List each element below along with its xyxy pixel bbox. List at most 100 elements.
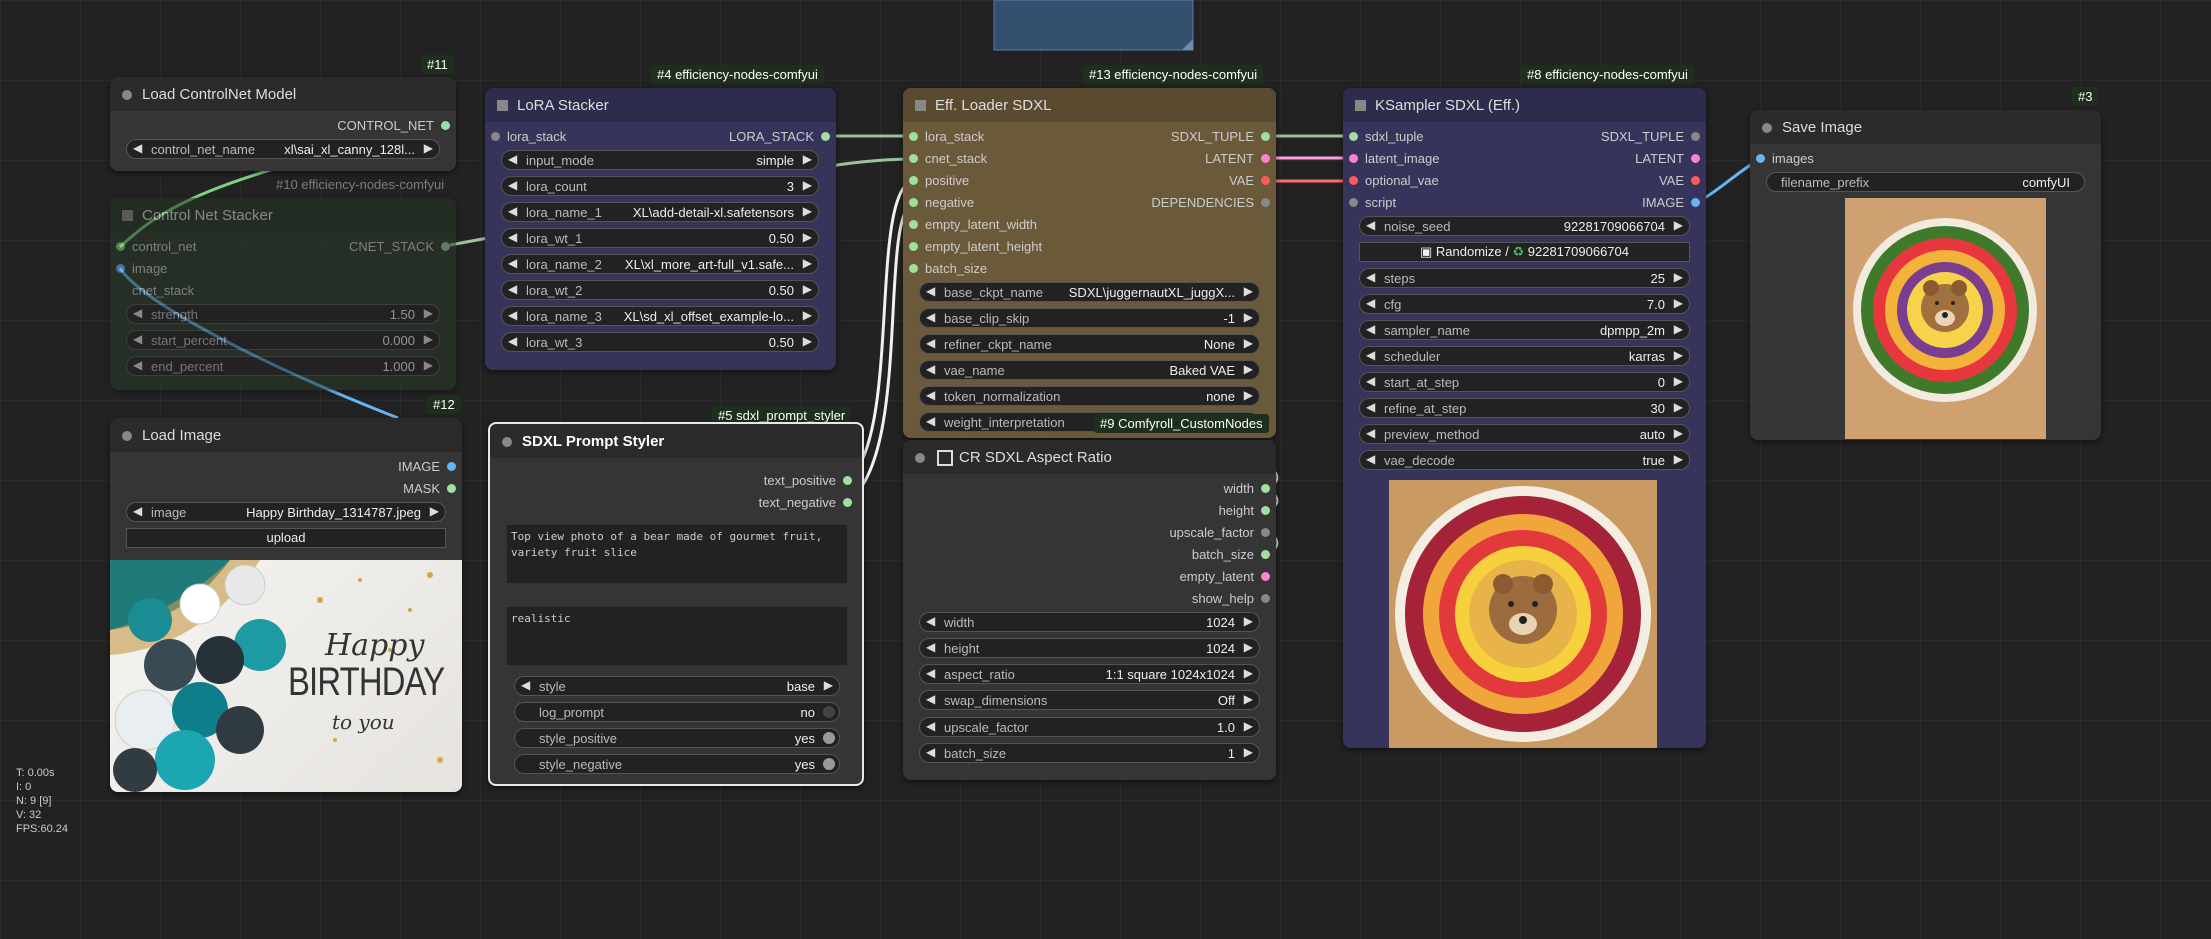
widget-style[interactable]: ◀ style base ▶ bbox=[514, 676, 840, 696]
widget-strength[interactable]: ◀ strength 1.50 ▶ bbox=[126, 304, 440, 324]
widget-height[interactable]: ◀ height 1024 ▶ bbox=[919, 638, 1260, 658]
output-socket[interactable] bbox=[1691, 176, 1700, 185]
text-negative-input[interactable]: realistic bbox=[506, 606, 848, 666]
widget-aspect-ratio[interactable]: ◀ aspect_ratio 1:1 square 1024x1024 ▶ bbox=[919, 664, 1260, 684]
output-socket[interactable] bbox=[1261, 572, 1270, 581]
input-socket[interactable] bbox=[1349, 198, 1358, 207]
checkbox-icon[interactable] bbox=[937, 450, 953, 466]
filename-prefix-input[interactable]: filename_prefix comfyUI bbox=[1766, 172, 2085, 192]
toggle-style-positive[interactable]: style_positive yes bbox=[514, 728, 840, 748]
widget-lora-name-1[interactable]: ◀ lora_name_1 XL\add-detail-xl.safetensors… bbox=[501, 202, 819, 222]
node-lora-stacker[interactable]: LoRA Stacker lora_stack LORA_STACK ◀ inpu… bbox=[485, 88, 836, 370]
output-socket[interactable] bbox=[843, 476, 852, 485]
output-socket[interactable] bbox=[447, 462, 456, 471]
collapse-dot[interactable] bbox=[122, 90, 132, 100]
widget-cfg[interactable]: ◀ cfg 7.0 ▶ bbox=[1359, 294, 1690, 314]
input-socket[interactable] bbox=[116, 264, 125, 273]
input-socket[interactable] bbox=[909, 132, 918, 141]
input-socket[interactable] bbox=[1756, 154, 1765, 163]
output-socket[interactable] bbox=[1261, 506, 1270, 515]
input-socket[interactable] bbox=[909, 242, 918, 251]
widget-lora-wt-2[interactable]: ◀ lora_wt_2 0.50 ▶ bbox=[501, 280, 819, 300]
output-socket[interactable] bbox=[843, 498, 852, 507]
widget-lora-wt-1[interactable]: ◀ lora_wt_1 0.50 ▶ bbox=[501, 228, 819, 248]
output-socket[interactable] bbox=[1691, 198, 1700, 207]
input-socket[interactable] bbox=[909, 154, 918, 163]
collapse-dot[interactable] bbox=[915, 453, 925, 463]
output-socket[interactable] bbox=[1261, 528, 1270, 537]
input-socket[interactable] bbox=[116, 242, 125, 251]
widget-start-percent[interactable]: ◀ start_percent 0.000 ▶ bbox=[126, 330, 440, 350]
widget-input-mode[interactable]: ◀ input_mode simple ▶ bbox=[501, 150, 819, 170]
output-socket[interactable] bbox=[1261, 550, 1270, 559]
output-socket[interactable] bbox=[1261, 198, 1270, 207]
node-prompt-styler[interactable]: SDXL Prompt Styler text_positive text_ne… bbox=[488, 422, 864, 786]
collapse-square[interactable] bbox=[122, 210, 133, 221]
output-socket[interactable] bbox=[1261, 154, 1270, 163]
upload-button[interactable]: upload bbox=[126, 528, 446, 548]
output-socket[interactable] bbox=[1691, 154, 1700, 163]
widget-preview-method[interactable]: ◀ preview_method auto ▶ bbox=[1359, 424, 1690, 444]
widget-token-normalization[interactable]: ◀ token_normalization none ▶ bbox=[919, 386, 1260, 406]
output-socket[interactable] bbox=[821, 132, 830, 141]
node-aspect-ratio[interactable]: CR SDXL Aspect Ratio width height upscal… bbox=[903, 440, 1276, 780]
text-positive-input[interactable]: Top view photo of a bear made of gourmet… bbox=[506, 524, 848, 584]
widget-noise-seed[interactable]: ◀ noise_seed 92281709066704 ▶ bbox=[1359, 216, 1690, 236]
output-socket[interactable] bbox=[1261, 484, 1270, 493]
node-load-image[interactable]: Load Image IMAGE MASK ◀ image Happy Birthd… bbox=[110, 418, 462, 792]
widget-image[interactable]: ◀ image Happy Birthday_1314787.jpeg ▶ bbox=[126, 502, 446, 522]
widget-control-net-name[interactable]: ◀ control_net_name xl\sai_xl_canny_128l...… bbox=[126, 139, 440, 159]
node-save-image[interactable]: Save Image images filename_prefix comfyUI bbox=[1750, 110, 2101, 440]
output-socket[interactable] bbox=[441, 242, 450, 251]
input-socket[interactable] bbox=[909, 264, 918, 273]
widget-vae-decode[interactable]: ◀ vae_decode true ▶ bbox=[1359, 450, 1690, 470]
output-label: SDXL_TUPLE bbox=[1600, 129, 1684, 144]
widget-steps[interactable]: ◀ steps 25 ▶ bbox=[1359, 268, 1690, 288]
input-socket[interactable] bbox=[1349, 154, 1358, 163]
input-socket[interactable] bbox=[909, 198, 918, 207]
widget-upscale-factor[interactable]: ◀ upscale_factor 1.0 ▶ bbox=[919, 717, 1260, 737]
toggle-log-prompt[interactable]: log_prompt no bbox=[514, 702, 840, 722]
collapse-square[interactable] bbox=[497, 100, 508, 111]
widget-end-percent[interactable]: ◀ end_percent 1.000 ▶ bbox=[126, 356, 440, 376]
node-ksampler[interactable]: KSampler SDXL (Eff.) sdxl_tuple latent_i… bbox=[1343, 88, 1706, 748]
preview-text-to-you: to you bbox=[332, 710, 395, 734]
output-socket[interactable] bbox=[441, 121, 450, 130]
output-socket[interactable] bbox=[1261, 594, 1270, 603]
widget-batch-size[interactable]: ◀ batch_size 1 ▶ bbox=[919, 743, 1260, 763]
output-socket[interactable] bbox=[1691, 132, 1700, 141]
widget-vae-name[interactable]: ◀ vae_name Baked VAE ▶ bbox=[919, 360, 1260, 380]
node-badge: #13 efficiency-nodes-comfyui bbox=[1083, 65, 1264, 84]
widget-lora-name-2[interactable]: ◀ lora_name_2 XL\xl_more_art-full_v1.safe.… bbox=[501, 254, 819, 274]
input-socket[interactable] bbox=[1349, 176, 1358, 185]
collapse-dot[interactable] bbox=[502, 437, 512, 447]
output-socket[interactable] bbox=[1261, 132, 1270, 141]
widget-base-ckpt-name[interactable]: ◀ base_ckpt_name SDXL\juggernautXL_juggX..… bbox=[919, 282, 1260, 302]
collapse-square[interactable] bbox=[1355, 100, 1366, 111]
collapse-dot[interactable] bbox=[122, 431, 132, 441]
node-eff-loader[interactable]: Eff. Loader SDXL lora_stack cnet_stack p… bbox=[903, 88, 1276, 438]
output-socket[interactable] bbox=[447, 484, 456, 493]
widget-start-at-step[interactable]: ◀ start_at_step 0 ▶ bbox=[1359, 372, 1690, 392]
input-socket[interactable] bbox=[491, 132, 500, 141]
node-load-controlnet[interactable]: Load ControlNet Model CONTROL_NET ◀ contr… bbox=[110, 77, 456, 171]
collapse-dot[interactable] bbox=[1762, 123, 1772, 133]
widget-lora-count[interactable]: ◀ lora_count 3 ▶ bbox=[501, 176, 819, 196]
input-socket[interactable] bbox=[1349, 132, 1358, 141]
widget-width[interactable]: ◀ width 1024 ▶ bbox=[919, 612, 1260, 632]
output-socket[interactable] bbox=[1261, 176, 1270, 185]
randomize-seed-button[interactable]: ▣ Randomize / ♻ 92281709066704 bbox=[1359, 242, 1690, 262]
toggle-style-negative[interactable]: style_negative yes bbox=[514, 754, 840, 774]
widget-sampler-name[interactable]: ◀ sampler_name dpmpp_2m ▶ bbox=[1359, 320, 1690, 340]
widget-refiner-ckpt-name[interactable]: ◀ refiner_ckpt_name None ▶ bbox=[919, 334, 1260, 354]
input-socket[interactable] bbox=[909, 176, 918, 185]
widget-swap-dimensions[interactable]: ◀ swap_dimensions Off ▶ bbox=[919, 690, 1260, 710]
widget-scheduler[interactable]: ◀ scheduler karras ▶ bbox=[1359, 346, 1690, 366]
node-controlnet-stacker[interactable]: Control Net Stacker control_net CNET_STA… bbox=[110, 198, 456, 390]
widget-refine-at-step[interactable]: ◀ refine_at_step 30 ▶ bbox=[1359, 398, 1690, 418]
widget-base-clip-skip[interactable]: ◀ base_clip_skip -1 ▶ bbox=[919, 308, 1260, 328]
widget-lora-wt-3[interactable]: ◀ lora_wt_3 0.50 ▶ bbox=[501, 332, 819, 352]
input-socket[interactable] bbox=[909, 220, 918, 229]
widget-lora-name-3[interactable]: ◀ lora_name_3 XL\sd_xl_offset_example-lo..… bbox=[501, 306, 819, 326]
collapse-square[interactable] bbox=[915, 100, 926, 111]
